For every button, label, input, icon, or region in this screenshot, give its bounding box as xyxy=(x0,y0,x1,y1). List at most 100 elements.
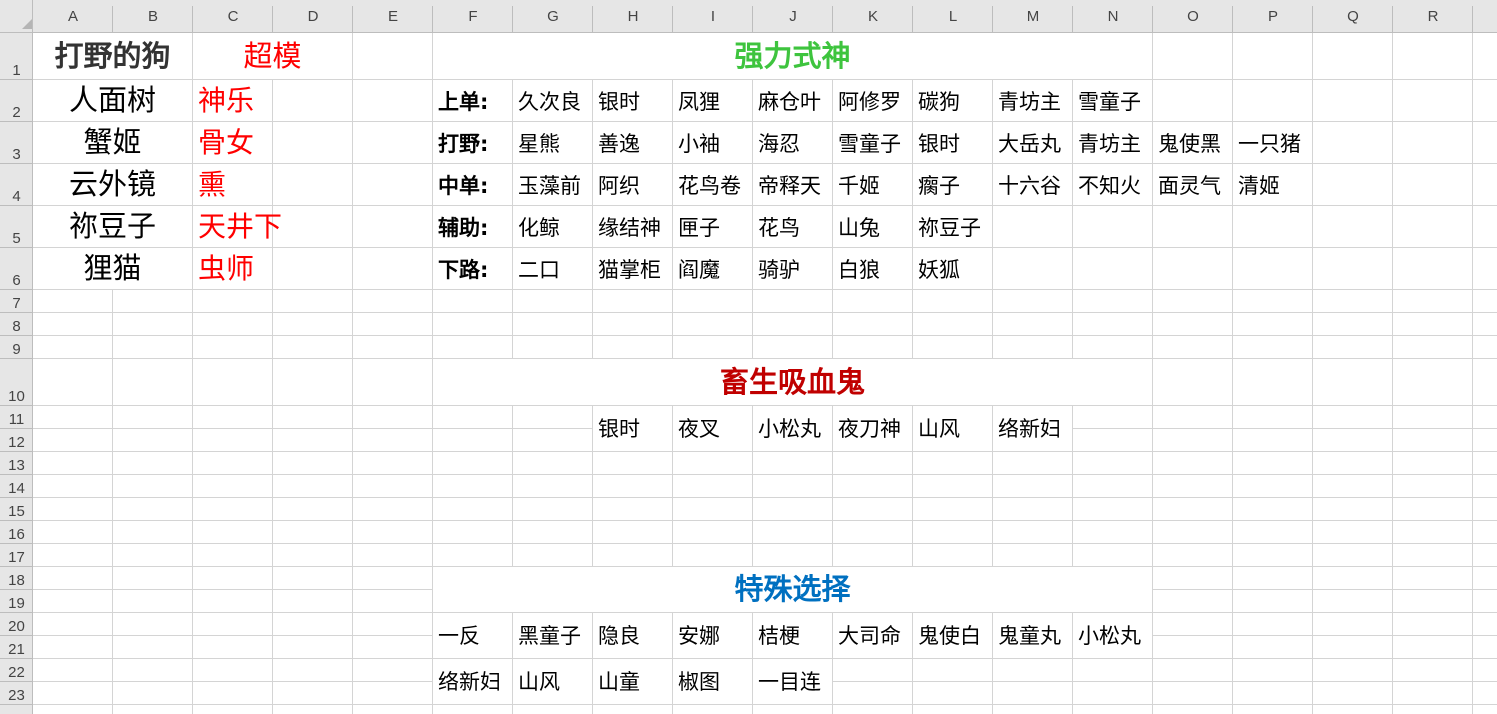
beast-item[interactable]: 夜叉 xyxy=(673,406,752,451)
column-header-J[interactable]: J xyxy=(753,0,833,33)
row-header-2[interactable]: 2 xyxy=(0,80,33,122)
special-item[interactable]: 鬼使白 xyxy=(913,613,992,658)
row-header-23[interactable]: 23 xyxy=(0,682,33,705)
strong-item[interactable]: 雪童子 xyxy=(1073,80,1152,121)
strong-row-label[interactable]: 辅助: xyxy=(433,206,512,247)
strong-row-label[interactable]: 上单: xyxy=(433,80,512,121)
special-item[interactable]: 黑童子 xyxy=(513,613,592,658)
strong-item[interactable]: 白狼 xyxy=(833,248,912,289)
column-header-E[interactable]: E xyxy=(353,0,433,33)
dog-item[interactable]: 云外镜 xyxy=(33,164,192,205)
strong-item[interactable]: 妖狐 xyxy=(913,248,992,289)
beast-item[interactable]: 山风 xyxy=(913,406,992,451)
strong-item[interactable]: 大岳丸 xyxy=(993,122,1072,163)
special-item[interactable]: 隐良 xyxy=(593,613,672,658)
special-item[interactable]: 络新妇 xyxy=(433,659,512,704)
beast-item[interactable]: 银时 xyxy=(593,406,672,451)
column-header-A[interactable]: A xyxy=(33,0,113,33)
dog-item[interactable]: 蟹姬 xyxy=(33,122,192,163)
spreadsheet-grid[interactable]: A B C D E F G H I J K L M N O P Q R 1 2 3 4 5 6 7 8 9 10 11 12 13 14 15 1… xyxy=(0,0,1497,714)
strong-item[interactable]: 青坊主 xyxy=(1073,122,1152,163)
strong-item[interactable]: 阎魔 xyxy=(673,248,752,289)
strong-item[interactable]: 帝释天 xyxy=(753,164,832,205)
row-header-7[interactable]: 7 xyxy=(0,290,33,313)
strong-row-label[interactable]: 打野: xyxy=(433,122,512,163)
special-item[interactable]: 山风 xyxy=(513,659,592,704)
column-header-B[interactable]: B xyxy=(113,0,193,33)
dog-item[interactable]: 人面树 xyxy=(33,80,192,121)
strong-item[interactable]: 缘结神 xyxy=(593,206,672,247)
strong-item[interactable]: 海忍 xyxy=(753,122,832,163)
strong-item[interactable]: 祢豆子 xyxy=(913,206,992,247)
strong-item[interactable]: 青坊主 xyxy=(993,80,1072,121)
op-item[interactable]: 天井下 xyxy=(193,206,282,247)
row-header-19[interactable]: 19 xyxy=(0,590,33,613)
strong-item[interactable]: 麻仓叶 xyxy=(753,80,832,121)
strong-item[interactable]: 鬼使黑 xyxy=(1153,122,1232,163)
column-header-F[interactable]: F xyxy=(433,0,513,33)
row-header-1[interactable]: 1 xyxy=(0,33,33,80)
row-header-17[interactable]: 17 xyxy=(0,544,33,567)
strong-item[interactable]: 阿修罗 xyxy=(833,80,912,121)
special-item[interactable]: 一目连 xyxy=(753,659,832,704)
strong-item[interactable]: 面灵气 xyxy=(1153,164,1232,205)
strong-item[interactable]: 银时 xyxy=(593,80,672,121)
column-header-P[interactable]: P xyxy=(1233,0,1313,33)
row-header-4[interactable]: 4 xyxy=(0,164,33,206)
strong-item[interactable]: 千姬 xyxy=(833,164,912,205)
strong-item[interactable]: 一只猪 xyxy=(1233,122,1312,163)
title-beast-vampire[interactable]: 畜生吸血鬼 xyxy=(433,359,1152,405)
row-header-15[interactable]: 15 xyxy=(0,498,33,521)
row-header-11[interactable]: 11 xyxy=(0,406,33,429)
row-header-6[interactable]: 6 xyxy=(0,248,33,290)
special-item[interactable]: 山童 xyxy=(593,659,672,704)
strong-item[interactable]: 瘸子 xyxy=(913,164,992,205)
header-overpowered[interactable]: 超模 xyxy=(193,33,352,79)
strong-item[interactable]: 久次良 xyxy=(513,80,592,121)
column-header-K[interactable]: K xyxy=(833,0,913,33)
column-header-N[interactable]: N xyxy=(1073,0,1153,33)
beast-item[interactable]: 小松丸 xyxy=(753,406,832,451)
beast-item[interactable]: 络新妇 xyxy=(993,406,1072,451)
column-header-H[interactable]: H xyxy=(593,0,673,33)
strong-item[interactable]: 骑驴 xyxy=(753,248,832,289)
column-header-L[interactable]: L xyxy=(913,0,993,33)
column-header-C[interactable]: C xyxy=(193,0,273,33)
strong-item[interactable]: 花鸟卷 xyxy=(673,164,752,205)
row-header-12[interactable]: 12 xyxy=(0,429,33,452)
strong-item[interactable]: 山兔 xyxy=(833,206,912,247)
special-item[interactable]: 桔梗 xyxy=(753,613,832,658)
row-header-22[interactable]: 22 xyxy=(0,659,33,682)
row-header-16[interactable]: 16 xyxy=(0,521,33,544)
row-header-18[interactable]: 18 xyxy=(0,567,33,590)
strong-item[interactable]: 二口 xyxy=(513,248,592,289)
special-item[interactable]: 椒图 xyxy=(673,659,752,704)
title-strong-shikigami[interactable]: 强力式神 xyxy=(433,33,1152,79)
strong-item[interactable]: 清姬 xyxy=(1233,164,1312,205)
column-header-O[interactable]: O xyxy=(1153,0,1233,33)
column-header-D[interactable]: D xyxy=(273,0,353,33)
strong-row-label[interactable]: 下路: xyxy=(433,248,512,289)
strong-item[interactable]: 小袖 xyxy=(673,122,752,163)
special-item[interactable]: 安娜 xyxy=(673,613,752,658)
strong-item[interactable]: 银时 xyxy=(913,122,992,163)
strong-item[interactable]: 不知火 xyxy=(1073,164,1152,205)
op-item[interactable]: 骨女 xyxy=(193,122,272,163)
row-header-5[interactable]: 5 xyxy=(0,206,33,248)
row-header-3[interactable]: 3 xyxy=(0,122,33,164)
strong-item[interactable]: 雪童子 xyxy=(833,122,912,163)
special-item[interactable]: 鬼童丸 xyxy=(993,613,1072,658)
strong-item[interactable]: 花鸟 xyxy=(753,206,832,247)
beast-item[interactable]: 夜刀神 xyxy=(833,406,912,451)
strong-item[interactable]: 玉藻前 xyxy=(513,164,592,205)
strong-item[interactable]: 善逸 xyxy=(593,122,672,163)
special-item[interactable]: 大司命 xyxy=(833,613,912,658)
strong-item[interactable]: 匣子 xyxy=(673,206,752,247)
op-item[interactable]: 熏 xyxy=(193,164,272,205)
special-item[interactable]: 一反 xyxy=(433,613,512,658)
column-header-I[interactable]: I xyxy=(673,0,753,33)
op-item[interactable]: 虫师 xyxy=(193,248,272,289)
column-header-M[interactable]: M xyxy=(993,0,1073,33)
strong-item[interactable]: 十六谷 xyxy=(993,164,1072,205)
strong-item[interactable]: 化鲸 xyxy=(513,206,592,247)
